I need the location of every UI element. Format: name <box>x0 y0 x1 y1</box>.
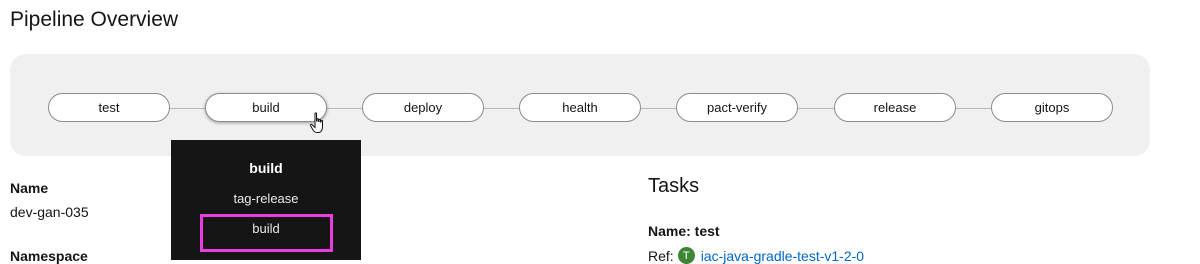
page-title: Pipeline Overview <box>10 8 179 31</box>
name-label: Name <box>10 180 49 196</box>
stage-label: build <box>252 100 280 115</box>
stage-task-dropdown: build tag-release build <box>171 140 361 260</box>
stage-release[interactable]: release <box>834 93 956 122</box>
stage-pact-verify[interactable]: pact-verify <box>676 93 798 122</box>
task-ref-row: Ref: T iac-java-gradle-test-v1-2-0 <box>648 247 864 264</box>
hand-cursor-icon <box>309 112 323 133</box>
tasks-heading: Tasks <box>648 175 700 197</box>
namespace-label: Namespace <box>10 248 88 264</box>
task-ref-link[interactable]: iac-java-gradle-test-v1-2-0 <box>701 248 864 264</box>
stage-label: deploy <box>403 100 443 115</box>
stage-test[interactable]: test <box>48 93 170 122</box>
stage-label: test <box>98 100 120 115</box>
stage-label: gitops <box>1034 100 1070 115</box>
ref-label: Ref: <box>648 247 674 264</box>
task-name: Name: test <box>648 223 720 239</box>
dropdown-heading: build <box>249 160 283 176</box>
stage-label: health <box>562 100 598 115</box>
stage-health[interactable]: health <box>519 93 641 122</box>
stage-label: pact-verify <box>707 100 767 115</box>
dropdown-item-build[interactable]: build <box>171 221 361 236</box>
dropdown-item-tag-release[interactable]: tag-release <box>171 191 361 206</box>
stage-gitops[interactable]: gitops <box>991 93 1113 122</box>
stage-label: release <box>873 100 917 115</box>
name-value: dev-gan-035 <box>10 204 89 220</box>
task-badge-icon: T <box>677 247 695 264</box>
stage-deploy[interactable]: deploy <box>362 93 484 122</box>
